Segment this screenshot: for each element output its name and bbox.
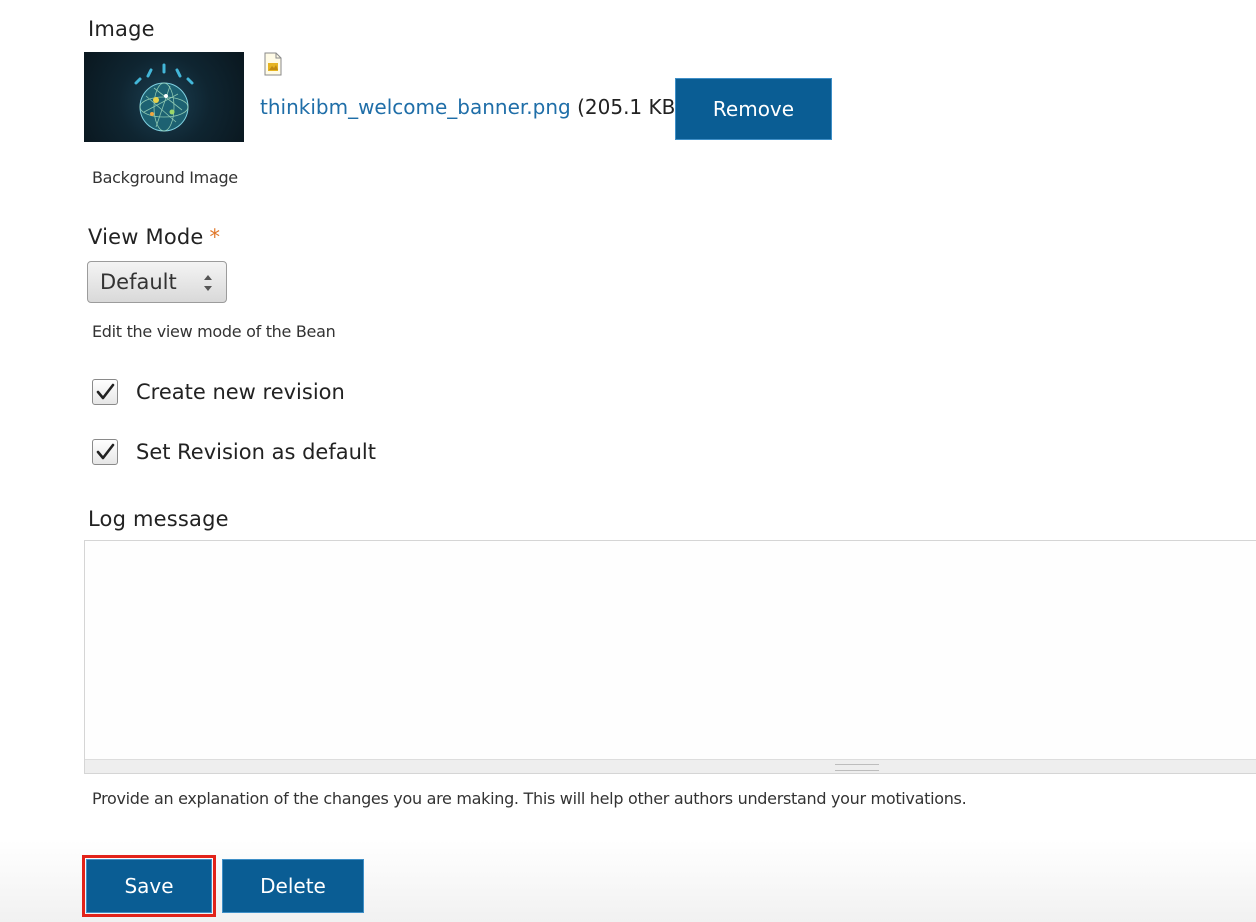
checkmark-icon [96,383,115,400]
grip-handle-icon [835,764,879,771]
log-message-label: Log message [88,507,229,531]
file-link[interactable]: thinkibm_welcome_banner.png [260,95,571,119]
textarea-resize-grip[interactable] [85,759,1256,773]
file-info: thinkibm_welcome_banner.png (205.1 KB) [260,95,683,119]
select-arrows-icon [202,271,214,295]
globe-graphic [134,63,194,132]
view-mode-selected-value: Default [100,270,177,294]
view-mode-label: View Mode * [88,225,220,249]
set-default-checkbox[interactable] [92,439,118,465]
image-thumbnail [84,52,244,142]
bean-edit-form: Image thinkibm_welcome_banner.png (205.1… [0,0,1256,922]
view-mode-description: Edit the view mode of the Bean [92,322,336,341]
file-size: (205.1 KB) [577,95,684,119]
delete-button[interactable]: Delete [222,859,364,913]
log-message-description: Provide an explanation of the changes yo… [92,789,967,808]
view-mode-select[interactable]: Default [87,261,227,303]
set-default-label: Set Revision as default [136,440,376,464]
checkmark-icon [96,443,115,460]
save-button[interactable]: Save [86,859,212,913]
log-message-textarea[interactable] [84,540,1256,774]
create-revision-checkbox[interactable] [92,379,118,405]
view-mode-label-text: View Mode [88,225,204,249]
create-revision-option[interactable]: Create new revision [92,379,345,405]
image-field-label: Image [88,17,155,41]
image-description: Background Image [92,168,238,187]
set-default-option[interactable]: Set Revision as default [92,439,376,465]
file-icon [264,52,282,76]
required-marker: * [209,225,221,249]
remove-button[interactable]: Remove [675,78,832,140]
create-revision-label: Create new revision [136,380,345,404]
